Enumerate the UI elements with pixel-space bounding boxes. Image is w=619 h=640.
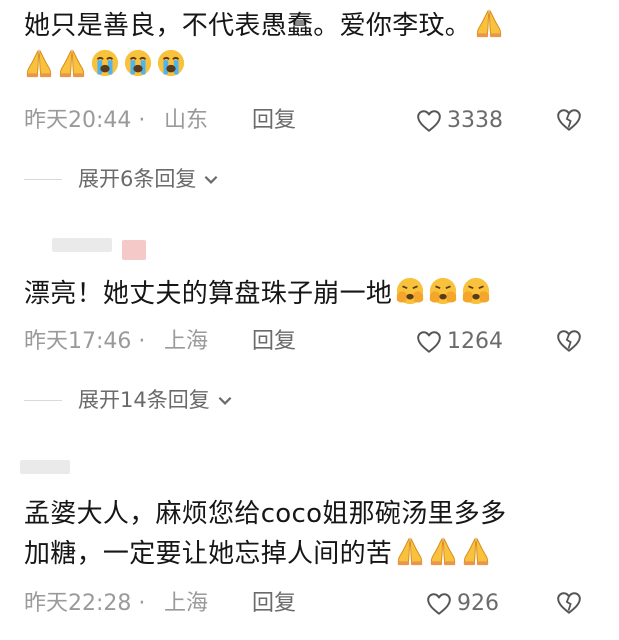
divider: [24, 178, 62, 180]
pray-icon: [461, 536, 491, 566]
comment-time: 昨天20:44 ·: [24, 108, 146, 133]
divider: [24, 399, 62, 401]
heart-icon: [426, 591, 452, 617]
pray-icon: [474, 8, 504, 38]
broken-heart-icon[interactable]: [556, 590, 582, 616]
expand-replies-button[interactable]: 展开6条回复: [24, 164, 220, 194]
crying-icon: [156, 48, 186, 78]
comment-time: 昨天17:46 ·: [24, 329, 146, 354]
comment-location: 上海: [164, 591, 209, 616]
crying-icon: [123, 48, 153, 78]
avatar-placeholder: [122, 240, 146, 260]
heart-icon: [416, 329, 442, 355]
pray-icon: [24, 48, 54, 78]
expand-label: 展开14条回复: [78, 388, 210, 412]
crying-icon: [90, 48, 120, 78]
expand-replies-button[interactable]: 展开14条回复: [24, 385, 234, 415]
heart-icon: [416, 108, 442, 134]
shushing-icon: [395, 276, 425, 306]
shushing-icon: [428, 276, 458, 306]
comment-text-2: 漂亮！她丈夫的算盘珠子崩一地: [24, 274, 579, 314]
pray-icon: [395, 536, 425, 566]
shushing-icon: [461, 276, 491, 306]
like-count: 926: [457, 591, 499, 616]
chevron-down-icon: [216, 391, 234, 409]
like-button[interactable]: 3338: [416, 106, 503, 136]
like-count: 3338: [447, 108, 503, 133]
comment-meta-3: 昨天22:28 · 上海 回复 926: [24, 589, 583, 619]
reply-button[interactable]: 回复: [252, 589, 296, 619]
comment-meta-1: 昨天20:44 · 山东 回复 3338: [24, 106, 583, 136]
username-placeholder: [20, 460, 70, 474]
reply-button[interactable]: 回复: [252, 106, 296, 136]
broken-heart-icon[interactable]: [556, 328, 582, 354]
like-count: 1264: [447, 329, 503, 354]
like-button[interactable]: 926: [426, 589, 499, 619]
comment-text-1: 她只是善良，不代表愚蠢。爱你李玟。: [24, 6, 579, 86]
username-placeholder: [52, 238, 112, 252]
expand-label: 展开6条回复: [78, 167, 197, 191]
comment-location: 上海: [164, 329, 209, 354]
pray-icon: [57, 48, 87, 78]
chevron-down-icon: [202, 170, 220, 188]
comment-meta-2: 昨天17:46 · 上海 回复 1264: [24, 327, 583, 357]
comment-text-3: 孟婆大人，麻烦您给coco姐那碗汤里多多 加糖，一定要让她忘掉人间的苦: [24, 499, 507, 569]
reply-button[interactable]: 回复: [252, 327, 296, 357]
comment-location: 山东: [164, 108, 209, 133]
like-button[interactable]: 1264: [416, 327, 503, 357]
broken-heart-icon[interactable]: [556, 107, 582, 133]
comment-time: 昨天22:28 ·: [24, 591, 146, 616]
pray-icon: [428, 536, 458, 566]
